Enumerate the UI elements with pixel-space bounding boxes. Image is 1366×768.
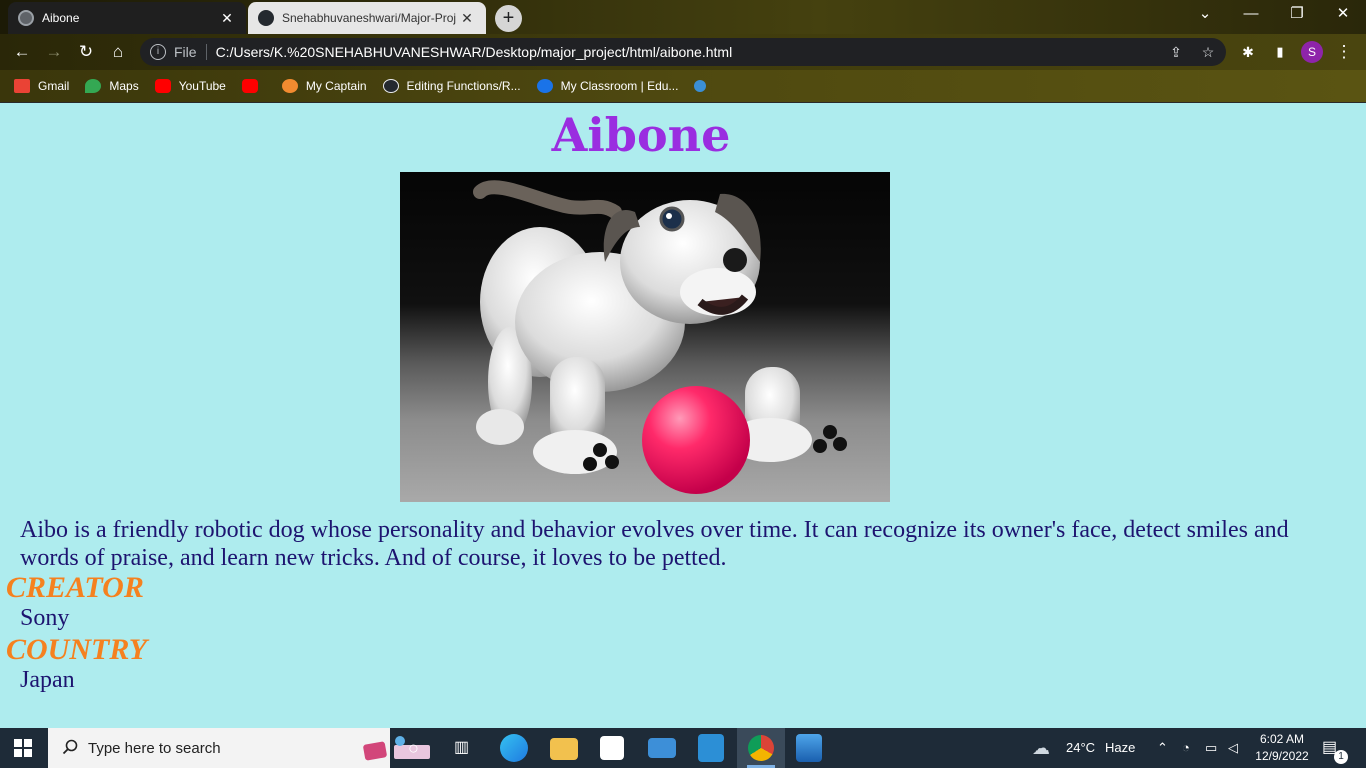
bookmark-star-icon[interactable]: ☆	[1196, 38, 1220, 66]
search-placeholder: Type here to search	[88, 739, 221, 757]
page-title: Aibone	[551, 108, 731, 162]
tab-aibone[interactable]: Aibone ✕	[8, 2, 246, 34]
scheme-label: File	[174, 44, 197, 60]
restore-button[interactable]: ❐	[1274, 0, 1320, 30]
globe-icon	[18, 10, 34, 26]
share-icon[interactable]: ⇪	[1164, 38, 1188, 66]
reload-button[interactable]: ↻	[74, 40, 98, 64]
store-icon[interactable]	[600, 736, 624, 760]
bookmark-my-captain[interactable]: My Captain	[281, 79, 367, 93]
minimize-button[interactable]: —	[1228, 0, 1274, 30]
creator-value: Sony	[20, 605, 70, 631]
notification-count-badge: 1	[1334, 750, 1348, 764]
divider	[205, 44, 207, 60]
bookmarks-bar: Gmail Maps YouTube My Captain Editing Fu…	[0, 70, 1366, 102]
bookmark-label: Editing Functions/R...	[406, 79, 521, 93]
country-heading: COUNTRY	[6, 633, 148, 666]
bookmark-my-classroom[interactable]: My Classroom | Edu...	[536, 79, 679, 93]
new-tab-button[interactable]: +	[495, 5, 522, 32]
tab-github-repo[interactable]: Snehabhuvaneshwari/Major-Proj ✕	[248, 2, 486, 34]
country-value: Japan	[20, 667, 75, 693]
search-icon	[62, 739, 78, 755]
globe-icon	[694, 80, 707, 92]
tab-search-icon[interactable]: ⌄	[1182, 0, 1228, 30]
maps-icon	[85, 79, 102, 93]
github-icon	[382, 79, 399, 93]
windows-start-icon[interactable]	[14, 739, 32, 757]
windows-taskbar: Type here to search ○ ▥ ☁ 24°C Haze ⌃ ◔ …	[0, 728, 1366, 768]
url-text[interactable]: C:/Users/K.%20SNEHABHUVANESHWAR/Desktop/…	[216, 44, 733, 60]
notification-icon[interactable]: ▤	[1322, 728, 1337, 768]
home-button[interactable]: ⌂	[106, 40, 130, 64]
mail-icon[interactable]	[648, 738, 676, 758]
clock-date: 12/9/2022	[1255, 749, 1309, 763]
bookmark-label: Maps	[109, 79, 139, 93]
description-text: Aibo is a friendly robotic dog whose per…	[20, 517, 1289, 571]
bookmark-github[interactable]: Editing Functions/R...	[382, 79, 521, 93]
weather-temp[interactable]: 24°C	[1066, 728, 1095, 768]
side-panel-icon[interactable]: ▮	[1268, 40, 1292, 64]
aibo-robot-dog-image	[400, 172, 890, 502]
weather-icon[interactable]: ☁	[1032, 728, 1050, 768]
battery-icon[interactable]: ▭	[1205, 728, 1217, 768]
menu-icon[interactable]: ⋮	[1332, 40, 1356, 64]
info-icon[interactable]: i	[150, 44, 166, 60]
tab-close-icon[interactable]: ✕	[218, 10, 236, 27]
taskbar-search-box[interactable]: Type here to search	[48, 728, 430, 768]
close-window-button[interactable]: ✕	[1320, 0, 1366, 30]
avatar[interactable]: S	[1301, 41, 1323, 63]
mycaptain-icon	[281, 79, 298, 93]
youtube-icon	[154, 79, 171, 93]
extensions-icon[interactable]: ✱	[1236, 40, 1260, 64]
gmail-icon	[14, 79, 30, 93]
bookmark-label: YouTube	[178, 79, 226, 93]
bookmark-maps[interactable]: Maps	[85, 79, 139, 93]
file-explorer-icon[interactable]	[550, 738, 578, 760]
bookmark-label: Gmail	[38, 79, 70, 93]
browser-toolbar: ← → ↻ ⌂ i File C:/Users/K.%20SNEHABHUVAN…	[0, 34, 1366, 70]
search-highlight-icon	[363, 736, 430, 761]
taskbar-clock[interactable]: 6:02 AM 12/9/2022	[1250, 731, 1314, 765]
wifi-icon[interactable]: ◔	[1182, 728, 1190, 768]
bookmark-youtube-2[interactable]	[241, 79, 266, 93]
bookmark-gmail[interactable]: Gmail	[14, 79, 69, 93]
forward-button[interactable]: →	[42, 40, 66, 64]
bookmark-youtube[interactable]: YouTube	[154, 79, 226, 93]
address-bar[interactable]: i File C:/Users/K.%20SNEHABHUVANESHWAR/D…	[140, 38, 1226, 66]
vscode-icon[interactable]	[698, 734, 724, 762]
clock-time: 6:02 AM	[1259, 732, 1305, 746]
cortana-icon[interactable]: ○	[408, 728, 419, 768]
classroom-icon	[536, 79, 553, 93]
edge-icon[interactable]	[500, 734, 528, 762]
task-view-icon[interactable]: ▥	[454, 728, 469, 768]
robot-dog-illustration	[473, 180, 847, 494]
creator-heading: CREATOR	[6, 571, 144, 604]
tab-title: Aibone	[42, 11, 80, 25]
tab-close-icon[interactable]: ✕	[458, 10, 476, 27]
tab-title: Snehabhuvaneshwari/Major-Proj	[282, 11, 457, 25]
bookmark-label: My Captain	[305, 79, 367, 93]
youtube-icon	[241, 79, 258, 93]
bookmark-label: My Classroom | Edu...	[560, 79, 679, 93]
bookmark-extra[interactable]	[694, 80, 714, 92]
weather-text[interactable]: Haze	[1105, 728, 1135, 768]
browser-tab-strip: Aibone ✕ Snehabhuvaneshwari/Major-Proj ✕…	[0, 0, 1366, 34]
chrome-icon	[748, 735, 774, 761]
chevron-up-icon[interactable]: ⌃	[1157, 728, 1168, 768]
volume-icon[interactable]: ◁	[1228, 728, 1238, 768]
back-button[interactable]: ←	[10, 40, 34, 64]
chrome-taskbar-button[interactable]	[737, 728, 785, 768]
github-icon	[258, 10, 274, 26]
divider	[0, 102, 1366, 103]
photos-icon[interactable]	[796, 734, 822, 762]
